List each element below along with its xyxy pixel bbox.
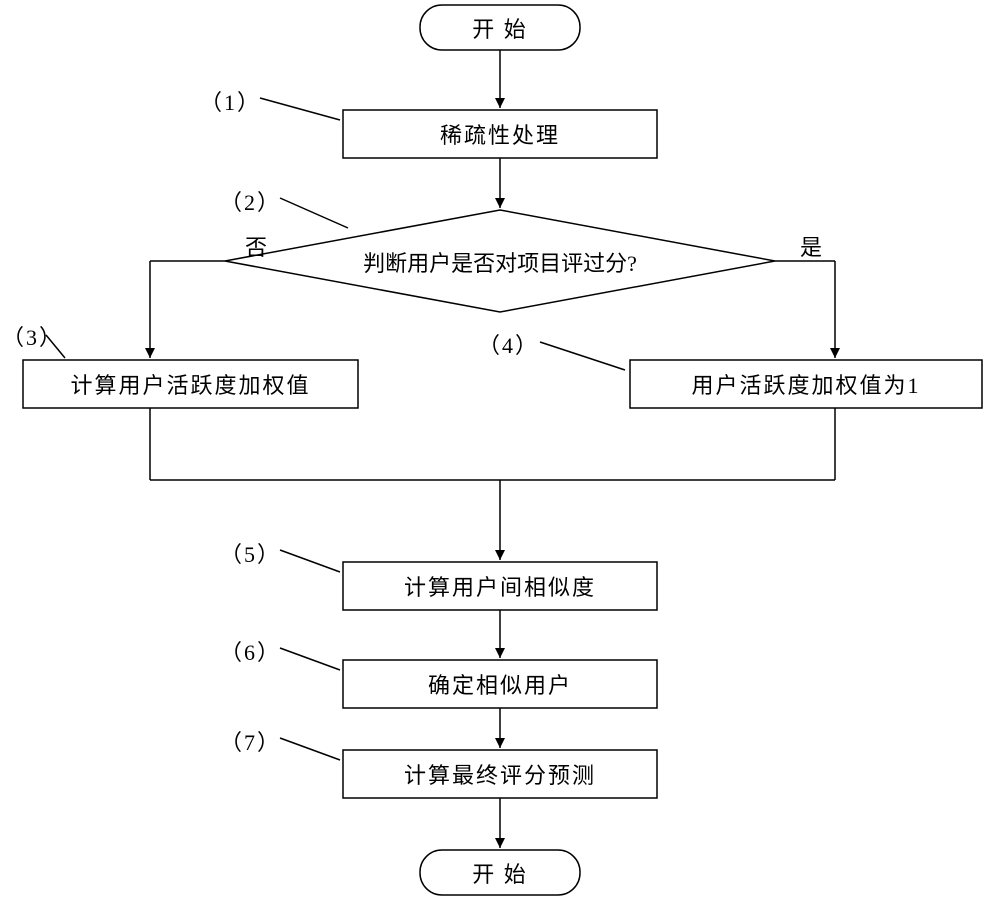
end-text: 开 始 — [420, 850, 580, 895]
step5-text: 计算用户间相似度 — [343, 562, 657, 610]
step2-num: （2） — [220, 185, 281, 217]
step2-text: 判断用户是否对项目评过分? — [300, 238, 700, 286]
step3-text: 计算用户活跃度加权值 — [23, 360, 358, 408]
step1-text: 稀疏性处理 — [343, 110, 657, 158]
step6-num: （6） — [220, 635, 281, 667]
step3-num: （3） — [2, 320, 63, 352]
step7-text: 计算最终评分预测 — [343, 750, 657, 798]
step1-num: （1） — [200, 85, 261, 117]
step6-text: 确定相似用户 — [343, 660, 657, 708]
yes-label: 是 — [800, 230, 824, 262]
step7-num: （7） — [220, 725, 281, 757]
step4-text: 用户活跃度加权值为1 — [630, 360, 982, 408]
no-label: 否 — [245, 230, 269, 262]
step5-num: （5） — [220, 537, 281, 569]
step4-num: （4） — [478, 328, 539, 360]
start-text: 开 始 — [420, 5, 580, 50]
